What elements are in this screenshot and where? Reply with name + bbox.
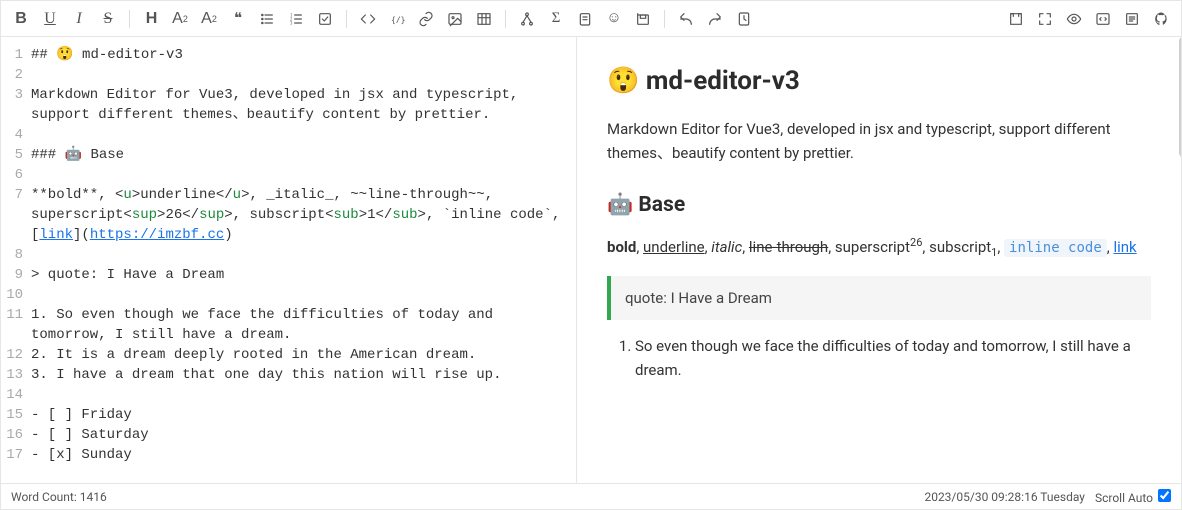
preview-formatting: bold, underline, italic, line-through, s… — [607, 234, 1151, 262]
code-block-button[interactable]: {/} — [383, 5, 411, 33]
italic-button[interactable]: I — [65, 5, 93, 33]
toolbar-separator — [664, 10, 665, 28]
source-line[interactable] — [31, 285, 570, 305]
toolbar-separator — [129, 10, 130, 28]
table-button[interactable] — [470, 5, 498, 33]
list-item: So even though we face the difficulties … — [635, 334, 1151, 382]
preview-ol: So even though we face the difficulties … — [607, 334, 1151, 382]
html-preview-button[interactable] — [1089, 5, 1117, 33]
redo-button[interactable] — [701, 5, 729, 33]
prettier-button[interactable] — [730, 5, 758, 33]
page-fullscreen-button[interactable] — [1002, 5, 1030, 33]
emoji-icon: 🤖 — [607, 193, 633, 217]
inline-code: inline code — [1004, 239, 1107, 257]
source-line[interactable]: 3. I have a dream that one day this nati… — [31, 365, 570, 385]
toolbar-separator — [346, 10, 347, 28]
catalog-button[interactable] — [1118, 5, 1146, 33]
fullscreen-button[interactable] — [1031, 5, 1059, 33]
underline-text: underline — [643, 238, 705, 256]
preview-button[interactable] — [1060, 5, 1088, 33]
source-line[interactable]: 1. So even though we face the difficulti… — [31, 305, 570, 345]
strike-text: line-through — [749, 238, 828, 256]
source-line[interactable]: - [ ] Friday — [31, 405, 570, 425]
revoke-clipboard-button[interactable] — [571, 5, 599, 33]
source-line[interactable]: 2. It is a dream deeply rooted in the Am… — [31, 345, 570, 365]
word-count-label: Word Count: — [11, 490, 77, 504]
preview-h2: 😲 md-editor-v3 — [607, 61, 1151, 103]
mermaid-button[interactable] — [513, 5, 541, 33]
link-button[interactable] — [412, 5, 440, 33]
source-line[interactable]: - [ ] Saturday — [31, 425, 570, 445]
sup-val: 26 — [910, 236, 922, 249]
preview-h3: 🤖 Base — [607, 189, 1151, 223]
sup-label: superscript — [835, 238, 910, 256]
source-line[interactable] — [31, 385, 570, 405]
bold-button[interactable]: B — [7, 5, 35, 33]
task-button[interactable] — [311, 5, 339, 33]
preview-link[interactable]: link — [1113, 238, 1136, 256]
word-count-value: 1416 — [80, 490, 107, 504]
bold-text: bold — [607, 238, 636, 256]
sup-button[interactable]: A2 — [195, 5, 223, 33]
ol-button[interactable]: 123 — [282, 5, 310, 33]
image-button[interactable] — [441, 5, 469, 33]
toolbar-right — [1002, 5, 1175, 33]
katex-button[interactable]: Σ — [542, 5, 570, 33]
source-text[interactable]: ## 😲 md-editor-v3 Markdown Editor for Vu… — [31, 37, 576, 483]
quote-button[interactable]: ❝ — [224, 5, 252, 33]
source-line[interactable] — [31, 65, 570, 85]
save-button[interactable] — [629, 5, 657, 33]
line-gutter: 1234567891011121314151617 — [1, 37, 31, 483]
emoji-icon: 😲 — [607, 66, 639, 96]
sub-button[interactable]: A2 — [166, 5, 194, 33]
preview-pane: 😲 md-editor-v3 Markdown Editor for Vue3,… — [577, 37, 1181, 483]
preview-intro: Markdown Editor for Vue3, developed in j… — [607, 117, 1151, 165]
emoji-button[interactable]: ☺ — [600, 5, 628, 33]
toolbar-separator — [505, 10, 506, 28]
italic-text: italic — [711, 238, 742, 256]
preview-quote: quote: I Have a Dream — [607, 276, 1151, 320]
source-line[interactable]: ### 🤖 Base — [31, 145, 570, 165]
source-line[interactable] — [31, 125, 570, 145]
source-line[interactable] — [31, 245, 570, 265]
source-line[interactable]: ## 😲 md-editor-v3 — [31, 45, 570, 65]
title-button[interactable]: H — [137, 5, 165, 33]
scroll-auto[interactable]: Scroll Auto — [1095, 489, 1171, 505]
source-line[interactable] — [31, 165, 570, 185]
ul-button[interactable] — [253, 5, 281, 33]
undo-button[interactable] — [672, 5, 700, 33]
underline-button[interactable]: U — [36, 5, 64, 33]
toolbar: BUISHA2A2❝123{/}Σ☺ — [1, 1, 1181, 37]
source-editor[interactable]: 1234567891011121314151617 ## 😲 md-editor… — [1, 37, 577, 483]
panes: 1234567891011121314151617 ## 😲 md-editor… — [1, 37, 1181, 483]
scrollbar[interactable] — [1179, 37, 1181, 157]
github-button[interactable] — [1147, 5, 1175, 33]
strike-button[interactable]: S — [94, 5, 122, 33]
code-inline-button[interactable] — [354, 5, 382, 33]
footer-timestamp: 2023/05/30 09:28:16 Tuesday — [924, 490, 1085, 504]
source-line[interactable]: Markdown Editor for Vue3, developed in j… — [31, 85, 570, 125]
source-line[interactable]: **bold**, <u>underline</u>, _italic_, ~~… — [31, 185, 570, 245]
svg-text:{/}: {/} — [391, 15, 405, 24]
scroll-auto-checkbox[interactable] — [1158, 489, 1171, 502]
footer: Word Count: 1416 2023/05/30 09:28:16 Tue… — [1, 483, 1181, 509]
editor-root: BUISHA2A2❝123{/}Σ☺ 123456789101112131415… — [0, 0, 1182, 510]
source-line[interactable]: - [x] Sunday — [31, 445, 570, 465]
source-line[interactable]: > quote: I Have a Dream — [31, 265, 570, 285]
svg-text:3: 3 — [290, 21, 293, 26]
toolbar-left: BUISHA2A2❝123{/}Σ☺ — [7, 5, 758, 33]
sub-label: subscript — [929, 238, 991, 256]
